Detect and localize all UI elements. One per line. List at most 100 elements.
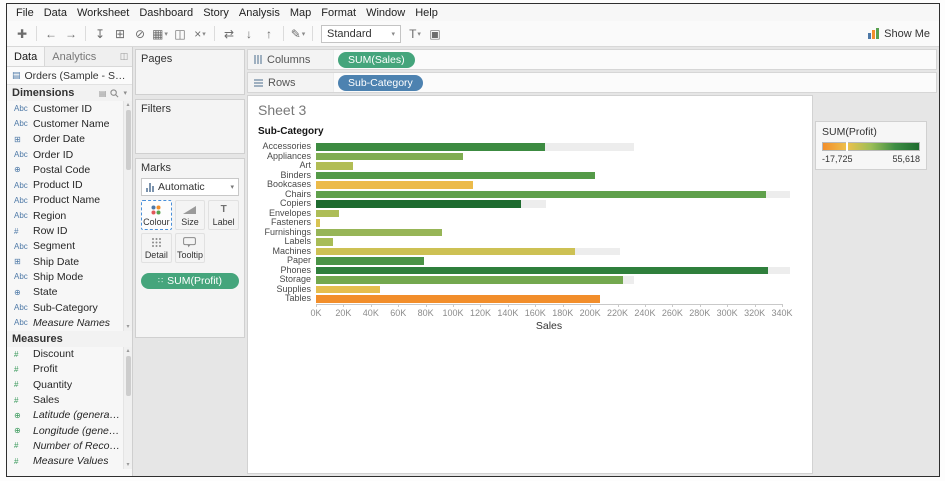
tick-mark [700,304,701,307]
highlight-button[interactable]: ✎▾ [288,24,308,44]
field-state[interactable]: ⊕State [7,285,132,300]
field-ship-mode[interactable]: AbcShip Mode [7,269,132,284]
tab-analytics[interactable]: Analytics [45,47,103,66]
bar-mark[interactable] [316,295,600,303]
bar-mark[interactable] [316,210,339,218]
pill-sub-category[interactable]: Sub-Category [338,75,423,91]
bar-mark[interactable] [316,286,380,294]
sort-descending-button[interactable]: ↑ [259,24,279,44]
save-button[interactable]: ↧ [90,24,110,44]
menu-file[interactable]: File [11,7,39,19]
filters-shelf[interactable]: Filters [135,99,245,154]
search-icon[interactable] [110,89,119,98]
detail-button[interactable]: Detail [141,233,172,263]
tab-data[interactable]: Data [7,47,45,66]
scroll-up-icon[interactable]: ▴ [126,347,129,355]
scrollbar-thumb[interactable] [126,110,131,170]
new-worksheet-button[interactable]: ▦▾ [150,24,170,44]
swap-axes-button[interactable]: ⇄ [219,24,239,44]
chevron-down-icon[interactable]: ▾ [123,89,127,97]
field-product-name[interactable]: AbcProduct Name [7,193,132,208]
bar-mark[interactable] [316,153,463,161]
view-options-icon[interactable]: ▤ [99,89,107,98]
field-segment[interactable]: AbcSegment [7,239,132,254]
show-mark-labels-button[interactable]: T▾ [405,24,425,44]
field-order-date[interactable]: ⊞Order Date [7,132,132,147]
scroll-up-icon[interactable]: ▴ [126,101,129,109]
redo-button[interactable]: → [61,24,81,44]
pages-shelf[interactable]: Pages [135,49,245,95]
field-sales[interactable]: #Sales [7,392,132,407]
size-button[interactable]: Size [175,200,206,230]
field-quantity[interactable]: #Quantity [7,377,132,392]
undo-button[interactable]: ← [41,24,61,44]
field-order-id[interactable]: AbcOrder ID [7,147,132,162]
clear-sheet-button[interactable]: ×▾ [190,24,210,44]
bar-mark[interactable] [316,276,623,284]
profit-gradient[interactable] [822,142,920,151]
field-latitude-generated[interactable]: ⊕Latitude (generated) [7,408,132,423]
bar-mark[interactable] [316,200,521,208]
field-product-id[interactable]: AbcProduct ID [7,177,132,192]
field-sub-category[interactable]: AbcSub-Category [7,300,132,315]
x-axis-title[interactable]: Sales [316,320,782,332]
field-number-of-records[interactable]: #Number of Records [7,438,132,453]
bar-mark[interactable] [316,238,333,246]
bar-mark[interactable] [316,162,353,170]
field-customer-name[interactable]: AbcCustomer Name [7,116,132,131]
presentation-mode-button[interactable]: ▣ [425,24,445,44]
bar-mark[interactable] [316,219,320,227]
rows-shelf[interactable]: Rows Sub-Category [247,72,937,93]
new-data-source-button[interactable]: ⊞ [110,24,130,44]
menu-help[interactable]: Help [410,7,443,19]
marks-color-pill[interactable]: ∷ SUM(Profit) [141,273,239,289]
pause-auto-updates-button[interactable]: ⊘ [130,24,150,44]
menu-format[interactable]: Format [316,7,361,19]
show-me-button[interactable]: Show Me [868,28,934,40]
menu-map[interactable]: Map [285,7,316,19]
data-source-item[interactable]: ▤ Orders (Sample - Su... [7,67,132,85]
colour-button[interactable]: Colour [141,200,172,230]
columns-shelf[interactable]: Columns SUM(Sales) [247,49,937,70]
bar-mark[interactable] [316,229,442,237]
field-row-id[interactable]: #Row ID [7,223,132,238]
duplicate-button[interactable]: ◫ [170,24,190,44]
bar-mark[interactable] [316,191,766,199]
sort-ascending-button[interactable]: ↓ [239,24,259,44]
field-measure-values[interactable]: #Measure Values [7,454,132,469]
menu-dashboard[interactable]: Dashboard [134,7,198,19]
menu-worksheet[interactable]: Worksheet [72,7,134,19]
tooltip-button[interactable]: Tooltip [175,233,206,263]
color-legend[interactable]: SUM(Profit) -17,725 55,618 [815,121,927,170]
bar-mark[interactable] [316,181,473,189]
menu-story[interactable]: Story [198,7,234,19]
pill-sum-sales[interactable]: SUM(Sales) [338,52,415,68]
category-label[interactable]: Tables [256,294,316,304]
bar-mark[interactable] [316,143,545,151]
field-measure-names[interactable]: AbcMeasure Names [7,315,132,330]
menu-window[interactable]: Window [361,7,410,19]
pane-layout-icon[interactable]: ◫ [116,47,132,66]
bar-mark[interactable] [316,257,424,265]
field-discount[interactable]: #Discount [7,347,132,362]
scrollbar-thumb[interactable] [126,356,131,396]
field-customer-id[interactable]: AbcCustomer ID [7,101,132,116]
field-longitude-genera[interactable]: ⊕Longitude (genera... [7,423,132,438]
tableau-logo-button[interactable]: ✚ [12,24,32,44]
menu-data[interactable]: Data [39,7,72,19]
field-profit[interactable]: #Profit [7,362,132,377]
menu-analysis[interactable]: Analysis [234,7,285,19]
bar-mark[interactable] [316,248,575,256]
mark-type-dropdown[interactable]: Automatic ▾ [141,178,239,196]
field-ship-date[interactable]: ⊞Ship Date [7,254,132,269]
label-button[interactable]: T Label [208,200,239,230]
field-region[interactable]: AbcRegion [7,208,132,223]
scroll-down-icon[interactable]: ▾ [126,323,129,331]
scroll-down-icon[interactable]: ▾ [126,461,129,469]
bar-mark[interactable] [316,172,595,180]
dimensions-scrollbar[interactable]: ▴ ▾ [123,101,132,331]
field-postal-code[interactable]: ⊕Postal Code [7,162,132,177]
fit-selector[interactable]: Standard ▾ [321,25,401,43]
measures-scrollbar[interactable]: ▴ ▾ [123,347,132,469]
bar-mark[interactable] [316,267,768,275]
